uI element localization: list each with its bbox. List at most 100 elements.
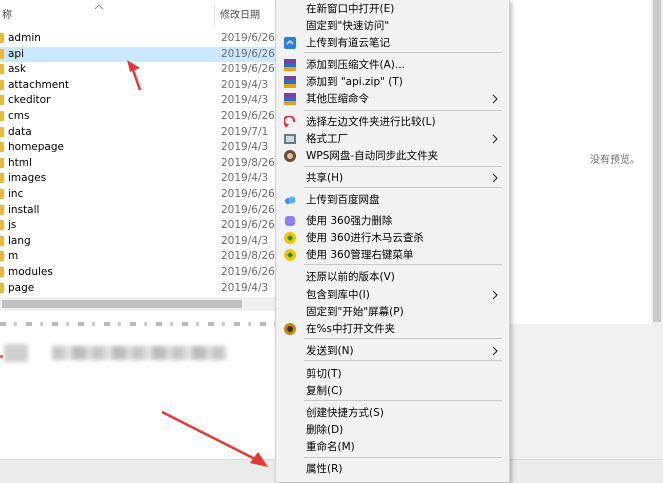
menu-separator — [304, 52, 502, 53]
file-row-inc[interactable]: inc 2019/6/26 — [0, 187, 276, 202]
context-menu-item[interactable]: 共享(H) — [276, 170, 509, 187]
context-menu-item[interactable]: 删除(D) — [276, 422, 509, 439]
context-menu-item[interactable]: 格式工厂 — [276, 131, 509, 148]
context-menu-item[interactable]: 固定到"快速访问" — [276, 18, 509, 35]
column-divider[interactable] — [214, 4, 215, 26]
column-header-name[interactable]: 称 — [2, 6, 12, 21]
menu-separator — [304, 110, 502, 111]
file-modified-date: 2019/4/3 — [221, 172, 269, 185]
winrar-icon — [284, 59, 296, 71]
vertical-scrollbar-thumb[interactable] — [653, 0, 661, 322]
context-menu-item[interactable]: 使用 360进行木马云查杀 — [276, 230, 509, 247]
file-name: images — [8, 172, 47, 185]
file-modified-date: 2019/6/26 — [221, 63, 275, 76]
360-scan-icon — [284, 232, 296, 244]
folder-icon — [0, 111, 4, 121]
file-modified-date: 2019/6/26 — [221, 188, 275, 200]
menu-separator — [304, 360, 502, 361]
context-menu-item-label: 重命名(M) — [306, 441, 355, 453]
file-name: ask — [8, 63, 26, 76]
sort-ascending-icon — [94, 4, 104, 10]
column-header-date[interactable]: 修改日期 — [220, 6, 260, 21]
context-menu-item[interactable]: WPS网盘-自动同步此文件夹 — [276, 148, 509, 165]
context-menu-item-label: WPS网盘-自动同步此文件夹 — [306, 150, 439, 162]
chevron-right-icon — [492, 290, 498, 300]
context-menu-item[interactable]: 使用 360强力删除 — [276, 213, 509, 230]
context-menu-item[interactable]: 发送到(N) — [276, 343, 509, 360]
file-modified-date: 2019/4/3 — [221, 281, 269, 294]
360-menu-icon — [284, 249, 296, 261]
chevron-right-icon — [492, 94, 498, 104]
context-menu: 在新窗口中打开(E) 固定到"快速访问" 上传到有道云笔记添加到压缩文件(A)...… — [275, 0, 510, 482]
folder-icon — [0, 204, 4, 215]
context-menu-item-label: 发送到(N) — [306, 345, 354, 357]
file-row-lang[interactable]: lang 2019/4/3 — [0, 234, 276, 249]
file-modified-date: 2019/4/3 — [221, 78, 269, 91]
file-modified-date: 2019/6/26 — [221, 47, 275, 60]
context-menu-item[interactable]: 还原以前的版本(V) — [276, 269, 509, 286]
context-menu-item[interactable]: 在%s中打开文件夹 — [276, 321, 509, 338]
folder-icon — [0, 189, 4, 199]
file-row-m[interactable]: m 2019/8/26 — [0, 249, 276, 264]
folder-icon — [0, 126, 4, 137]
file-modified-date: 2019/4/3 — [221, 141, 269, 154]
context-menu-item-label: 删除(D) — [306, 424, 344, 436]
blurred-content-text — [52, 346, 227, 360]
context-menu-item-label: 属性(R) — [306, 463, 343, 475]
context-menu-item[interactable]: 其他压缩命令 — [276, 91, 509, 108]
file-row-data[interactable]: data 2019/7/1 — [0, 125, 276, 140]
file-name: homepage — [8, 141, 64, 154]
horizontal-scrollbar[interactable] — [0, 297, 276, 311]
context-menu-item[interactable]: 包含到库中(I) — [276, 287, 509, 304]
folder-icon — [0, 33, 4, 43]
folder-icon — [0, 251, 4, 262]
file-row-cms[interactable]: cms 2019/6/26 — [0, 109, 276, 124]
file-row-ask[interactable]: ask 2019/6/26 — [0, 62, 276, 77]
context-menu-item-label: 创建快捷方式(S) — [306, 407, 384, 419]
file-row-js[interactable]: js 2019/6/26 — [0, 218, 276, 233]
vertical-scrollbar[interactable] — [651, 0, 663, 324]
context-menu-item[interactable]: 属性(R) — [276, 461, 509, 478]
context-menu-item[interactable]: 固定到"开始"屏幕(P) — [276, 304, 509, 321]
file-row-admin[interactable]: admin 2019/6/26 — [0, 31, 276, 46]
file-name: api — [8, 47, 25, 60]
file-row-html[interactable]: html 2019/8/26 — [0, 156, 276, 171]
context-menu-item[interactable]: 添加到 "api.zip" (T) — [276, 74, 509, 91]
context-menu-item-label: 固定到"快速访问" — [306, 20, 390, 32]
file-modified-date: 2019/6/26 — [221, 266, 275, 278]
menu-separator — [304, 166, 502, 167]
context-menu-item[interactable]: 选择左边文件夹进行比较(L) — [276, 114, 509, 131]
file-row-ckeditor[interactable]: ckeditor 2019/4/3 — [0, 93, 276, 108]
context-menu-item[interactable]: 复制(C) — [276, 383, 509, 400]
context-menu-item[interactable]: 上传到百度网盘 — [276, 192, 509, 209]
context-menu-item[interactable]: 剪切(T) — [276, 366, 509, 383]
context-menu-item[interactable]: 在新窗口中打开(E) — [276, 1, 509, 18]
file-row-page[interactable]: page 2019/4/3 — [0, 281, 276, 296]
file-name: cms — [8, 110, 30, 122]
context-menu-item[interactable]: 创建快捷方式(S) — [276, 405, 509, 422]
context-menu-item-label: 使用 360管理右键菜单 — [306, 249, 414, 261]
preview-empty-text: 没有预览。 — [590, 155, 640, 166]
menu-separator — [304, 187, 502, 188]
file-row-homepage[interactable]: homepage 2019/4/3 — [0, 140, 276, 155]
file-name: lang — [8, 234, 31, 247]
context-menu-item[interactable]: 使用 360管理右键菜单 — [276, 247, 509, 264]
file-name: inc — [8, 188, 24, 200]
horizontal-scrollbar-thumb[interactable] — [2, 300, 242, 308]
file-row-api[interactable]: api 2019/6/26 — [0, 46, 276, 62]
format-factory-icon — [284, 134, 296, 144]
context-menu-item[interactable]: 上传到有道云笔记 — [276, 35, 509, 52]
context-menu-item-label: 使用 360强力删除 — [306, 215, 393, 227]
file-row-attachment[interactable]: attachment 2019/4/3 — [0, 78, 276, 93]
file-name: js — [8, 219, 17, 232]
menu-separator — [304, 264, 502, 265]
context-menu-item-label: 上传到有道云笔记 — [306, 37, 390, 49]
file-row-modules[interactable]: modules 2019/6/26 — [0, 265, 276, 280]
blurred-content-icon — [4, 344, 28, 362]
file-row-images[interactable]: images 2019/4/3 — [0, 171, 276, 186]
context-menu-item-label: 在%s中打开文件夹 — [306, 323, 395, 335]
file-row-install[interactable]: install 2019/6/26 — [0, 203, 276, 218]
context-menu-item[interactable]: 添加到压缩文件(A)... — [276, 57, 509, 74]
context-menu-item[interactable]: 重命名(M) — [276, 439, 509, 456]
file-name: attachment — [8, 78, 69, 91]
